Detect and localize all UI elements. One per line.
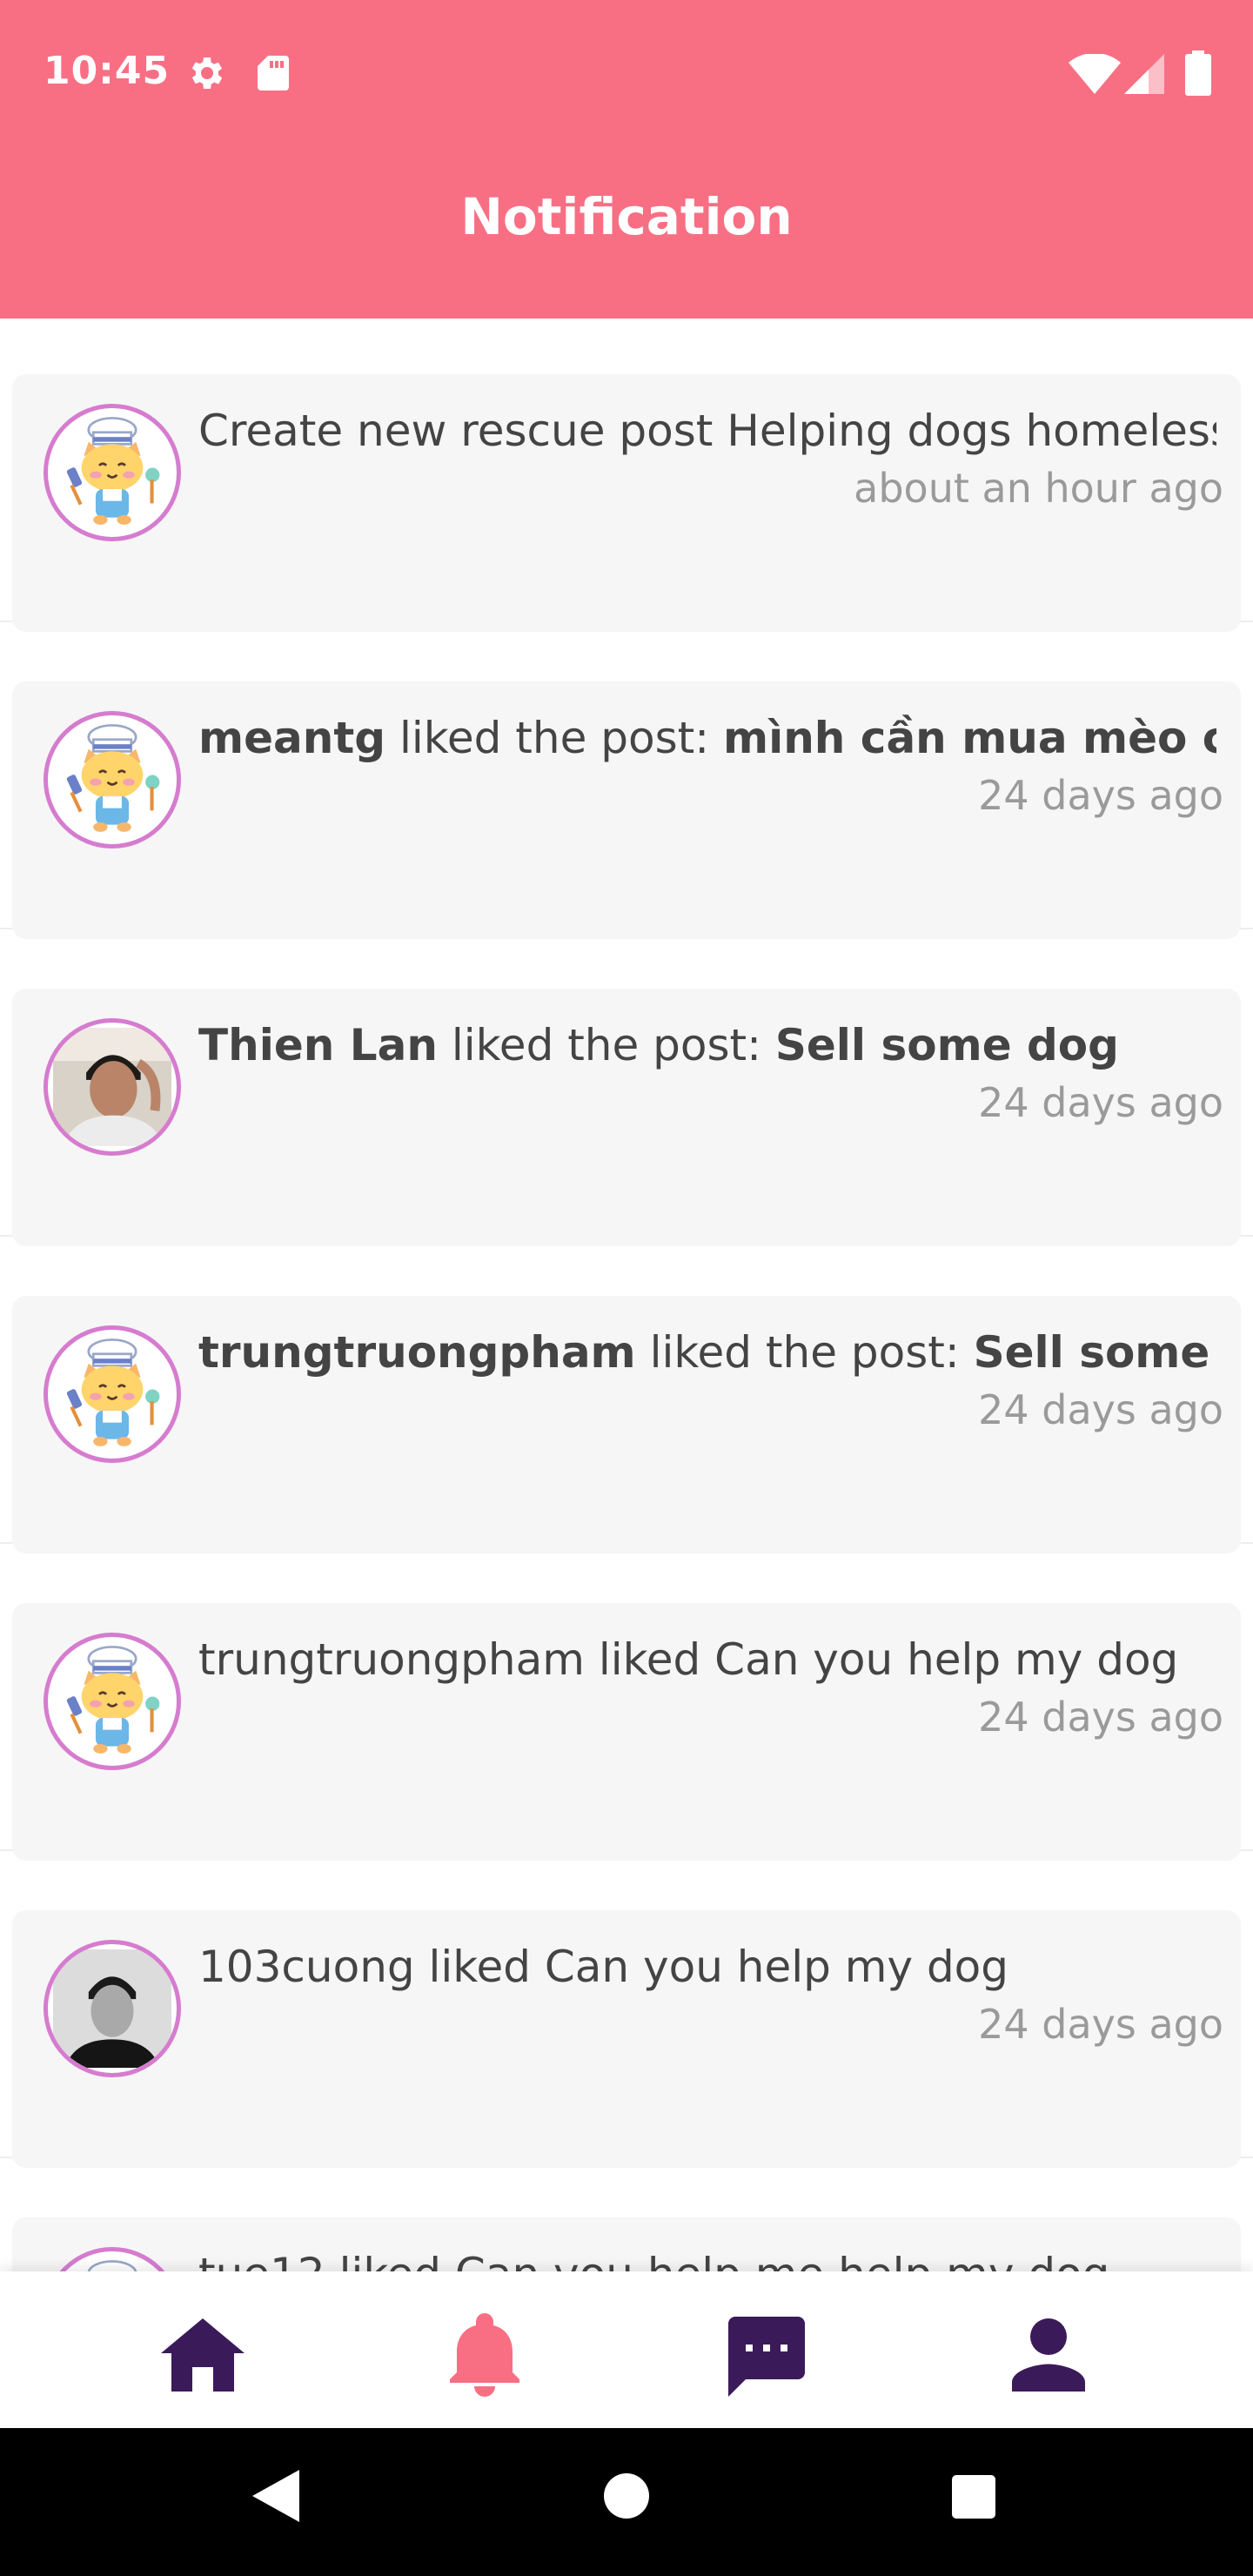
notification-text: Create new rescue post Helping dogs home…: [198, 406, 1216, 456]
notification-actor[interactable]: meantg: [198, 713, 385, 763]
notification-time: 24 days ago: [978, 2001, 1223, 2048]
notification-actor[interactable]: Thien Lan: [198, 1020, 438, 1070]
page-title: Notification: [460, 187, 793, 246]
notification-card[interactable]: meantg liked the post: mình cần mua mèo …: [12, 681, 1241, 939]
notification-message: 103cuong liked Can you help my dog: [198, 1940, 1216, 1994]
recents-button[interactable]: [952, 2475, 995, 2522]
cat-chef-avatar[interactable]: [44, 404, 181, 541]
notification-time: 24 days ago: [978, 1694, 1223, 1741]
notification-item: trungtruongpham liked the post: Sell som…: [0, 1235, 1253, 1553]
cat-chef-avatar[interactable]: [44, 1325, 181, 1463]
cat-chef-avatar[interactable]: [44, 711, 181, 849]
notification-list[interactable]: Create new rescue post Helping dogs home…: [0, 319, 1253, 2271]
status-time: 10:45: [44, 49, 171, 93]
notification-target-post[interactable]: Sell some dog: [974, 1327, 1216, 1378]
notification-actor[interactable]: trungtruongpham: [198, 1327, 636, 1378]
notification-target-post[interactable]: Sell some dog: [775, 1020, 1119, 1070]
notification-card[interactable]: tue12 liked Can you help me help my dog2…: [12, 2217, 1241, 2271]
signal-icon: [1124, 54, 1164, 97]
notification-item: 103cuong liked Can you help my dog 24 day…: [0, 1849, 1253, 2168]
notification-message: trungtruongpham liked Can you help my do…: [198, 1633, 1216, 1687]
cat-chef-avatar[interactable]: [44, 1633, 181, 1770]
notification-message: Create new rescue post Helping dogs home…: [198, 404, 1216, 458]
bell-icon: [450, 2313, 519, 2397]
notification-target-post[interactable]: mình cần mua mèo con: [723, 713, 1216, 763]
home-icon: [161, 2318, 245, 2392]
notification-message: meantg liked the post: mình cần mua mèo …: [198, 711, 1216, 765]
nav-messages-button[interactable]: [719, 2311, 814, 2398]
notification-card[interactable]: trungtruongpham liked Can you help my do…: [12, 1603, 1241, 1861]
recents-icon: [952, 2475, 995, 2519]
notification-card[interactable]: trungtruongpham liked the post: Sell som…: [12, 1296, 1241, 1553]
cat-chef-avatar[interactable]: [44, 2247, 181, 2271]
home-circle-icon: [604, 2473, 649, 2519]
notification-card[interactable]: Thien Lan liked the post: Sell some dog 2…: [12, 989, 1241, 1246]
status-bar: 10:45: [0, 0, 1253, 148]
notification-time: 24 days ago: [978, 772, 1223, 819]
nav-profile-button[interactable]: [1001, 2311, 1096, 2398]
notification-item: tue12 liked Can you help me help my dog2…: [0, 2157, 1253, 2271]
notification-text: trungtruongpham liked Can you help my do…: [198, 1634, 1179, 1685]
notification-time: about an hour ago: [854, 465, 1223, 512]
notification-text: liked the post:: [635, 1327, 974, 1378]
chat-icon: [728, 2317, 805, 2397]
notification-time: 24 days ago: [978, 1386, 1223, 1433]
nav-notifications-button[interactable]: [437, 2311, 533, 2398]
wifi-icon: [1069, 52, 1121, 97]
notification-item: Thien Lan liked the post: Sell some dog 2…: [0, 928, 1253, 1246]
notification-time: 24 days ago: [978, 1079, 1223, 1126]
back-button[interactable]: [252, 2470, 299, 2526]
notification-text: liked the post:: [437, 1020, 775, 1070]
notification-message: Thien Lan liked the post: Sell some dog: [198, 1018, 1216, 1072]
home-system-button[interactable]: [604, 2473, 649, 2522]
notification-text: tue12 liked Can you help me help my dog: [198, 2249, 1109, 2271]
notification-text: liked the post:: [385, 713, 723, 763]
back-icon: [252, 2470, 299, 2522]
user-photo-avatar[interactable]: [44, 1018, 181, 1156]
notification-item: trungtruongpham liked Can you help my do…: [0, 1542, 1253, 1861]
notification-message: trungtruongpham liked the post: Sell som…: [198, 1325, 1216, 1379]
user-photo-bw-avatar[interactable]: [44, 1940, 181, 2077]
person-icon: [1012, 2318, 1085, 2392]
app-header: Notification: [0, 148, 1253, 319]
battery-icon: [1185, 50, 1211, 99]
notification-card[interactable]: 103cuong liked Can you help my dog 24 day…: [12, 1910, 1241, 2168]
system-nav-bar: [0, 2428, 1253, 2576]
gear-icon: [184, 52, 226, 97]
sd-card-icon: [254, 52, 292, 97]
nav-home-button[interactable]: [155, 2311, 251, 2398]
notification-text: 103cuong liked Can you help my dog: [198, 1942, 1009, 1992]
bottom-nav: [0, 2271, 1253, 2428]
notification-item: meantg liked the post: mình cần mua mèo …: [0, 621, 1253, 939]
notification-card[interactable]: Create new rescue post Helping dogs home…: [12, 374, 1241, 632]
notification-message: tue12 liked Can you help me help my dog: [198, 2247, 1216, 2271]
notification-item: Create new rescue post Helping dogs home…: [0, 319, 1253, 632]
